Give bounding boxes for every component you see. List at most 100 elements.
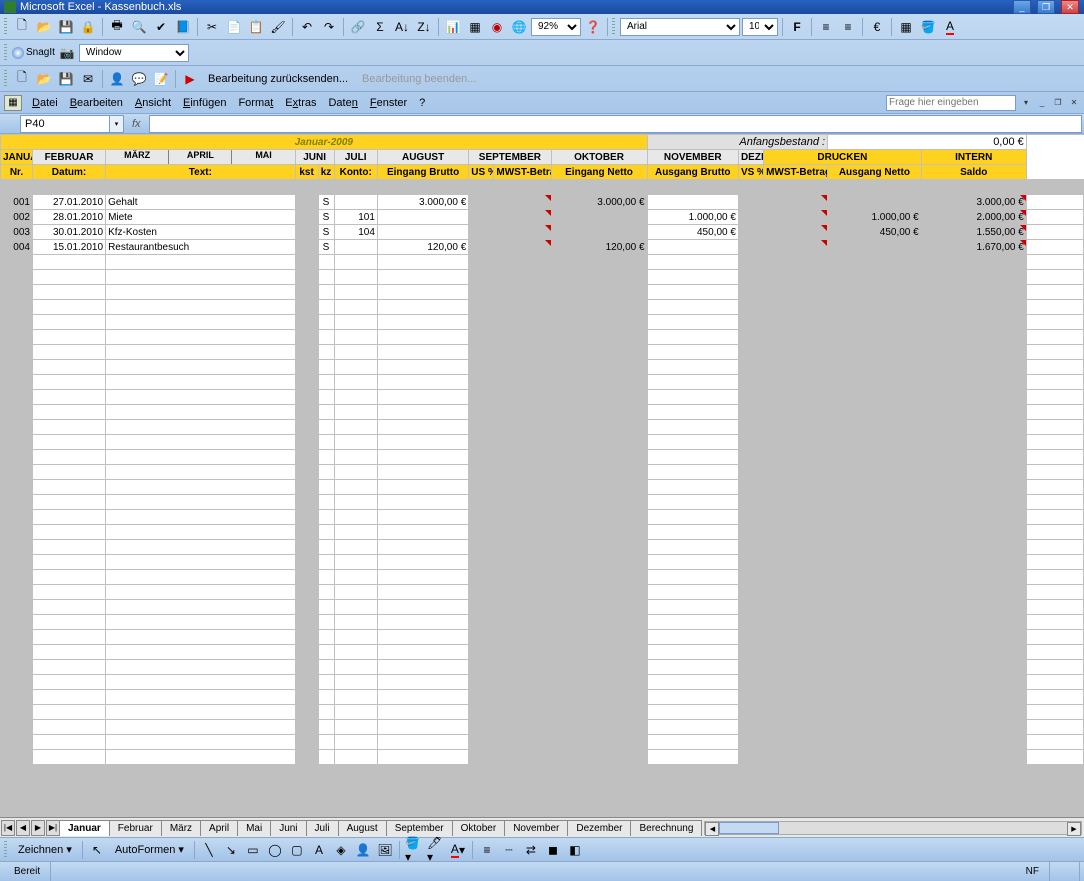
borders-icon[interactable]: ▦ xyxy=(896,17,916,37)
arrow-style-icon[interactable]: ⇄ xyxy=(521,840,541,860)
cell-ausgang-brutto[interactable] xyxy=(647,240,738,255)
tab-first-icon[interactable]: |◀ xyxy=(1,820,15,836)
month-tab-september[interactable]: SEPTEMBER xyxy=(469,150,551,165)
cell-us[interactable] xyxy=(469,225,494,240)
wordart-icon[interactable]: A xyxy=(309,840,329,860)
help-icon[interactable]: ❓ xyxy=(583,17,603,37)
table-row[interactable] xyxy=(1,285,1084,300)
dash-style-icon[interactable]: ┈ xyxy=(499,840,519,860)
cell-vs[interactable] xyxy=(738,195,763,210)
shadow-icon[interactable]: ◼ xyxy=(543,840,563,860)
cell-datum[interactable]: 27.01.2010 xyxy=(32,195,105,210)
send-back-button[interactable]: Bearbeitung zurücksenden... xyxy=(202,73,354,85)
diagram-icon[interactable]: ◈ xyxy=(331,840,351,860)
cut-icon[interactable]: ✂ xyxy=(202,17,222,37)
month-tab-april[interactable]: APRIL xyxy=(169,150,232,164)
table-row[interactable] xyxy=(1,690,1084,705)
cell-eingang-brutto[interactable] xyxy=(377,210,468,225)
sort-desc-icon[interactable]: Z↓ xyxy=(414,17,434,37)
sheet-tab-februar[interactable]: Februar xyxy=(109,820,162,836)
hyperlink-icon[interactable]: 🔗 xyxy=(348,17,368,37)
cell-text[interactable]: Kfz-Kosten xyxy=(106,225,296,240)
rectangle-icon[interactable]: ▭ xyxy=(243,840,263,860)
cell-ausgang-brutto[interactable]: 1.000,00 € xyxy=(647,210,738,225)
month-tab-mai[interactable]: MAI xyxy=(232,150,294,164)
tab-last-icon[interactable]: ▶| xyxy=(46,820,60,836)
picture-icon[interactable]: 🖼 xyxy=(375,840,395,860)
cell-kst[interactable] xyxy=(295,210,318,225)
table-row[interactable] xyxy=(1,510,1084,525)
table-row[interactable] xyxy=(1,555,1084,570)
arrow-icon[interactable]: ↘ xyxy=(221,840,241,860)
table-row[interactable] xyxy=(1,420,1084,435)
pivot-icon[interactable]: ▦ xyxy=(465,17,485,37)
draw-menu[interactable]: Zeichnen ▾ xyxy=(12,843,78,856)
research-icon[interactable]: 📘 xyxy=(173,17,193,37)
snagit-button[interactable]: SnagIt xyxy=(12,47,55,59)
cell-konto[interactable] xyxy=(334,195,377,210)
textbox-icon[interactable]: ▢ xyxy=(287,840,307,860)
mdi-close-button[interactable]: ✕ xyxy=(1068,97,1080,109)
sheet-tab-mai[interactable]: Mai xyxy=(237,820,271,836)
table-row[interactable] xyxy=(1,750,1084,765)
new-doc-icon[interactable]: 🗋 xyxy=(12,69,32,89)
tab-next-icon[interactable]: ▶ xyxy=(31,820,45,836)
help-search-input[interactable] xyxy=(886,95,1016,111)
intern-button[interactable]: INTERN xyxy=(921,150,1026,165)
month-tab-november[interactable]: NOVEMBER xyxy=(647,150,738,165)
table-row[interactable]: 001 27.01.2010 Gehalt S 3.000,00 € 3.000… xyxy=(1,195,1084,210)
drucken-button[interactable]: DRUCKEN xyxy=(764,150,922,165)
table-row[interactable] xyxy=(1,300,1084,315)
table-row[interactable] xyxy=(1,435,1084,450)
menu-extras[interactable]: Extras xyxy=(279,95,322,111)
cell-us[interactable] xyxy=(469,240,494,255)
hscroll-thumb[interactable] xyxy=(719,822,779,834)
track-icon[interactable]: 📝 xyxy=(151,69,171,89)
table-row[interactable] xyxy=(1,315,1084,330)
save-doc-icon[interactable]: 💾 xyxy=(56,69,76,89)
save-icon[interactable]: 💾 xyxy=(56,17,76,37)
table-row[interactable] xyxy=(1,345,1084,360)
chart-icon[interactable]: 📊 xyxy=(443,17,463,37)
sheet-tab-august[interactable]: August xyxy=(338,820,387,836)
cell-vs[interactable] xyxy=(738,240,763,255)
table-row[interactable] xyxy=(1,255,1084,270)
table-row[interactable] xyxy=(1,570,1084,585)
menu-ansicht[interactable]: Ansicht xyxy=(129,95,177,111)
cell-us[interactable] xyxy=(469,210,494,225)
sheet-tab-november[interactable]: November xyxy=(504,820,568,836)
month-tab-dezember[interactable]: DEZEMBER xyxy=(738,150,763,165)
horizontal-scrollbar[interactable]: ◀ ▶ xyxy=(704,821,1082,835)
cell-kz[interactable]: S xyxy=(318,210,334,225)
new-icon[interactable]: 🗋 xyxy=(12,17,32,37)
spell-icon[interactable]: ✔ xyxy=(151,17,171,37)
line-style-icon[interactable]: ≡ xyxy=(477,840,497,860)
map-icon[interactable]: 🌐 xyxy=(509,17,529,37)
open-icon[interactable]: 📂 xyxy=(34,17,54,37)
open-doc-icon[interactable]: 📂 xyxy=(34,69,54,89)
preview-icon[interactable]: 🔍 xyxy=(129,17,149,37)
table-row[interactable] xyxy=(1,645,1084,660)
menu-bearbeiten[interactable]: Bearbeiten xyxy=(64,95,129,111)
table-row[interactable] xyxy=(1,585,1084,600)
sheet-tab-juni[interactable]: Juni xyxy=(270,820,306,836)
sheet-tab-januar[interactable]: Januar xyxy=(59,820,110,836)
mdi-restore-button[interactable]: ❐ xyxy=(1052,97,1064,109)
print-icon[interactable]: 🖶 xyxy=(107,17,127,37)
close-button[interactable]: ✕ xyxy=(1061,0,1079,14)
cell-konto[interactable]: 104 xyxy=(334,225,377,240)
bold-icon[interactable]: F xyxy=(787,17,807,37)
sheet-tab-juli[interactable]: Juli xyxy=(306,820,339,836)
cell-us[interactable] xyxy=(469,195,494,210)
table-row[interactable] xyxy=(1,480,1084,495)
table-row[interactable] xyxy=(1,600,1084,615)
month-tab-februar[interactable]: FEBRUAR xyxy=(32,150,105,165)
cell-eingang-brutto[interactable]: 120,00 € xyxy=(377,240,468,255)
align-center-icon[interactable]: ≡ xyxy=(838,17,858,37)
end-review-button[interactable]: Bearbeitung beenden... xyxy=(356,73,482,85)
cell-text[interactable]: Gehalt xyxy=(106,195,296,210)
autosum-icon[interactable]: Σ xyxy=(370,17,390,37)
table-row[interactable]: 002 28.01.2010 Miete S 101 1.000,00 € 1.… xyxy=(1,210,1084,225)
table-row[interactable] xyxy=(1,270,1084,285)
name-box-dropdown[interactable]: ▾ xyxy=(110,115,124,133)
